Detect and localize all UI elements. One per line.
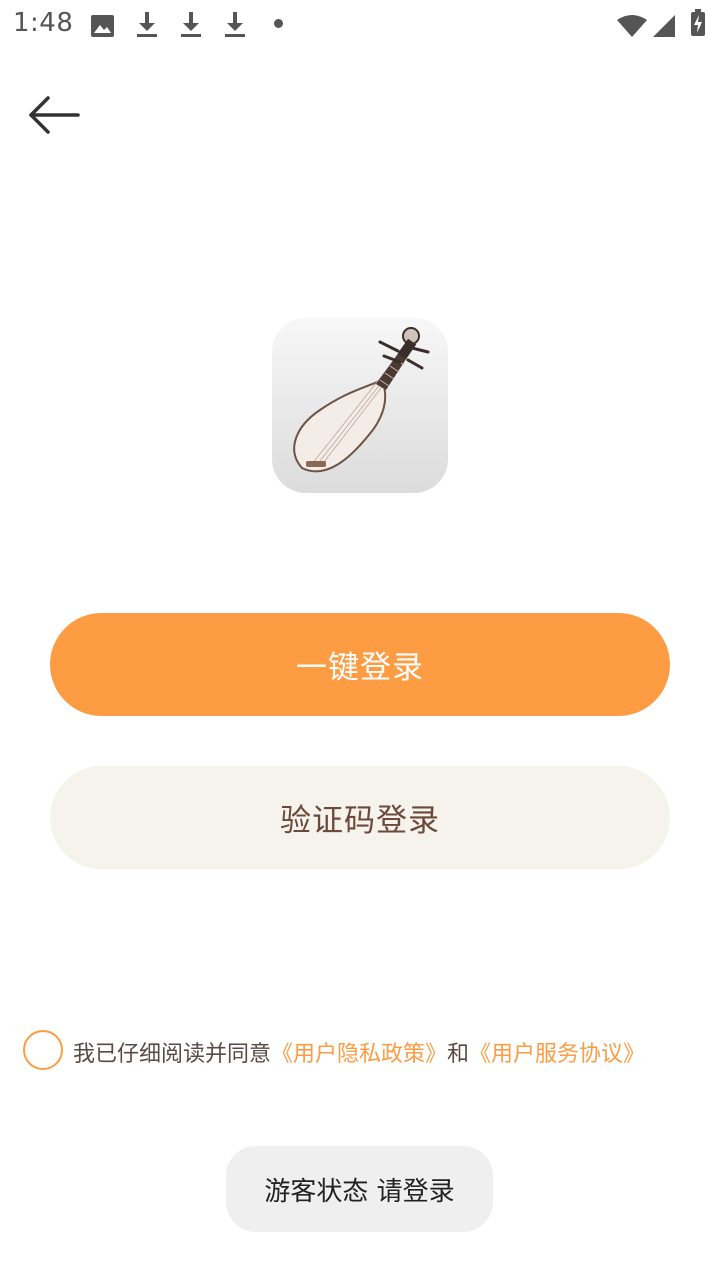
guest-status-toast: 游客状态 请登录 xyxy=(226,1146,493,1232)
back-button[interactable] xyxy=(26,92,82,138)
image-icon xyxy=(91,15,114,37)
agreement-prefix: 我已仔细阅读并同意 xyxy=(73,1042,272,1067)
one-click-login-button[interactable]: 一键登录 xyxy=(50,613,670,716)
app-logo xyxy=(272,318,448,493)
notification-dot-icon xyxy=(274,19,283,28)
service-agreement-link[interactable]: 《用户服务协议》 xyxy=(469,1042,645,1067)
sms-code-login-button[interactable]: 验证码登录 xyxy=(50,766,670,869)
privacy-policy-link[interactable]: 《用户隐私政策》 xyxy=(271,1042,447,1067)
arrow-left-icon xyxy=(29,96,80,134)
agreement-checkbox[interactable] xyxy=(23,1030,63,1070)
download-icon xyxy=(181,12,201,37)
agreement-row: 我已仔细阅读并同意《用户隐私政策》和《用户服务协议》 xyxy=(23,1030,713,1072)
wifi-icon xyxy=(617,15,647,37)
pipa-instrument-icon xyxy=(293,327,430,473)
battery-charging-icon xyxy=(691,9,705,36)
agreement-text: 我已仔细阅读并同意《用户隐私政策》和《用户服务协议》 xyxy=(73,1036,645,1068)
agreement-conjunction: 和 xyxy=(447,1042,470,1067)
status-bar: 1:48 xyxy=(0,0,720,50)
signal-icon xyxy=(653,15,675,37)
download-icon xyxy=(137,12,157,37)
toast-message: 游客状态 请登录 xyxy=(264,1176,455,1207)
download-icon xyxy=(225,12,245,37)
status-time: 1:48 xyxy=(13,8,74,38)
